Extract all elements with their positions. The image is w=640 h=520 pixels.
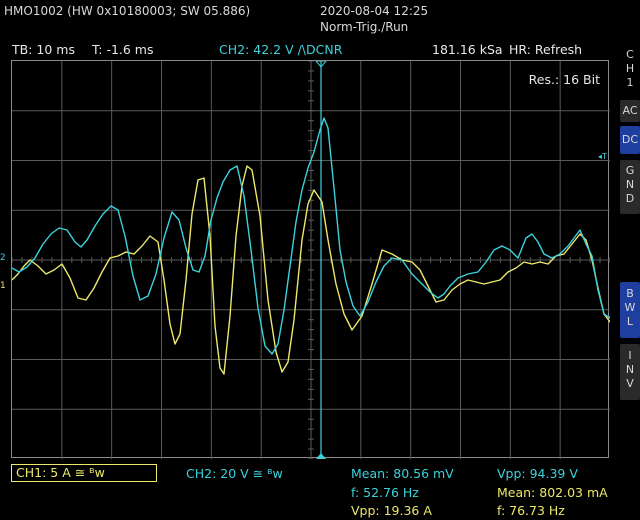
- timebase-readout[interactable]: TB: 10 ms: [12, 42, 75, 57]
- datetime: 2020-08-04 12:25: [320, 4, 429, 18]
- bwl-letter: L: [626, 315, 634, 328]
- channel-letter: C: [626, 48, 634, 61]
- inv-letter: I: [628, 349, 632, 362]
- channel-letter: 1: [626, 76, 634, 89]
- ac-coupling-button[interactable]: AC: [620, 100, 640, 122]
- bwl-letter: B: [626, 287, 634, 300]
- inv-letter: V: [626, 377, 634, 390]
- ch1-setting-box[interactable]: CH1: 5 A ≅ ᴮᴡ: [11, 464, 157, 482]
- resolution-readout: Res.: 16 Bit: [528, 72, 600, 87]
- ch2-frequency-readout: f: 52.76 Hz: [351, 485, 419, 500]
- trigger-time-readout[interactable]: T: -1.6 ms: [92, 42, 154, 57]
- ch1-setting-label: CH1: 5 A ≅ ᴮᴡ: [16, 465, 105, 480]
- dc-label: DC: [621, 133, 639, 146]
- invert-button[interactable]: I N V: [620, 344, 640, 400]
- bwl-letter: W: [624, 301, 636, 314]
- sample-rate-readout: 181.16 kSa: [432, 42, 503, 57]
- dc-coupling-button[interactable]: DC: [620, 126, 640, 154]
- trigger-level-label: T: [602, 152, 607, 161]
- inv-letter: N: [625, 363, 635, 376]
- trigger-position-bottom-icon: [316, 453, 326, 459]
- device-info: HMO1002 (HW 0x10180003; SW 05.886): [4, 4, 251, 18]
- trigger-mode: Norm-Trig./Run: [320, 20, 409, 34]
- ch1-frequency-readout: f: 76.73 Hz: [497, 503, 565, 518]
- waveform-display[interactable]: Res.: 16 Bit: [11, 60, 621, 460]
- ch2-mean-readout: Mean: 80.56 mV: [351, 466, 454, 481]
- channel-letter: H: [625, 62, 635, 75]
- channel-indicator: C H 1: [620, 48, 640, 90]
- ch2-setting-label[interactable]: CH2: 20 V ≅ ᴮᴡ: [186, 466, 283, 481]
- gnd-letter: G: [625, 164, 635, 177]
- gnd-letter: N: [625, 178, 635, 191]
- trigger-setting-readout[interactable]: CH2: 42.2 V /\DCNR: [219, 42, 342, 57]
- trigger-level-marker[interactable]: ◂T: [598, 152, 607, 161]
- bwl-button[interactable]: B W L: [620, 282, 640, 338]
- gnd-button[interactable]: G N D: [620, 160, 640, 214]
- ac-label: AC: [622, 104, 638, 117]
- ch1-mean-readout: Mean: 802.03 mA: [497, 485, 608, 500]
- scope-grid-svg: [11, 60, 621, 460]
- ch2-vpp-readout: Vpp: 94.39 V: [497, 466, 578, 481]
- side-menu: C H 1 AC DC G N D B W L I N V: [620, 42, 640, 462]
- ch1-vpp-readout: Vpp: 19.36 A: [351, 503, 432, 518]
- acquisition-mode-readout[interactable]: HR: Refresh: [509, 42, 582, 57]
- ch2-level-marker[interactable]: 2: [0, 253, 6, 263]
- gnd-letter: D: [625, 192, 635, 205]
- ch1-level-marker[interactable]: 1: [0, 281, 6, 291]
